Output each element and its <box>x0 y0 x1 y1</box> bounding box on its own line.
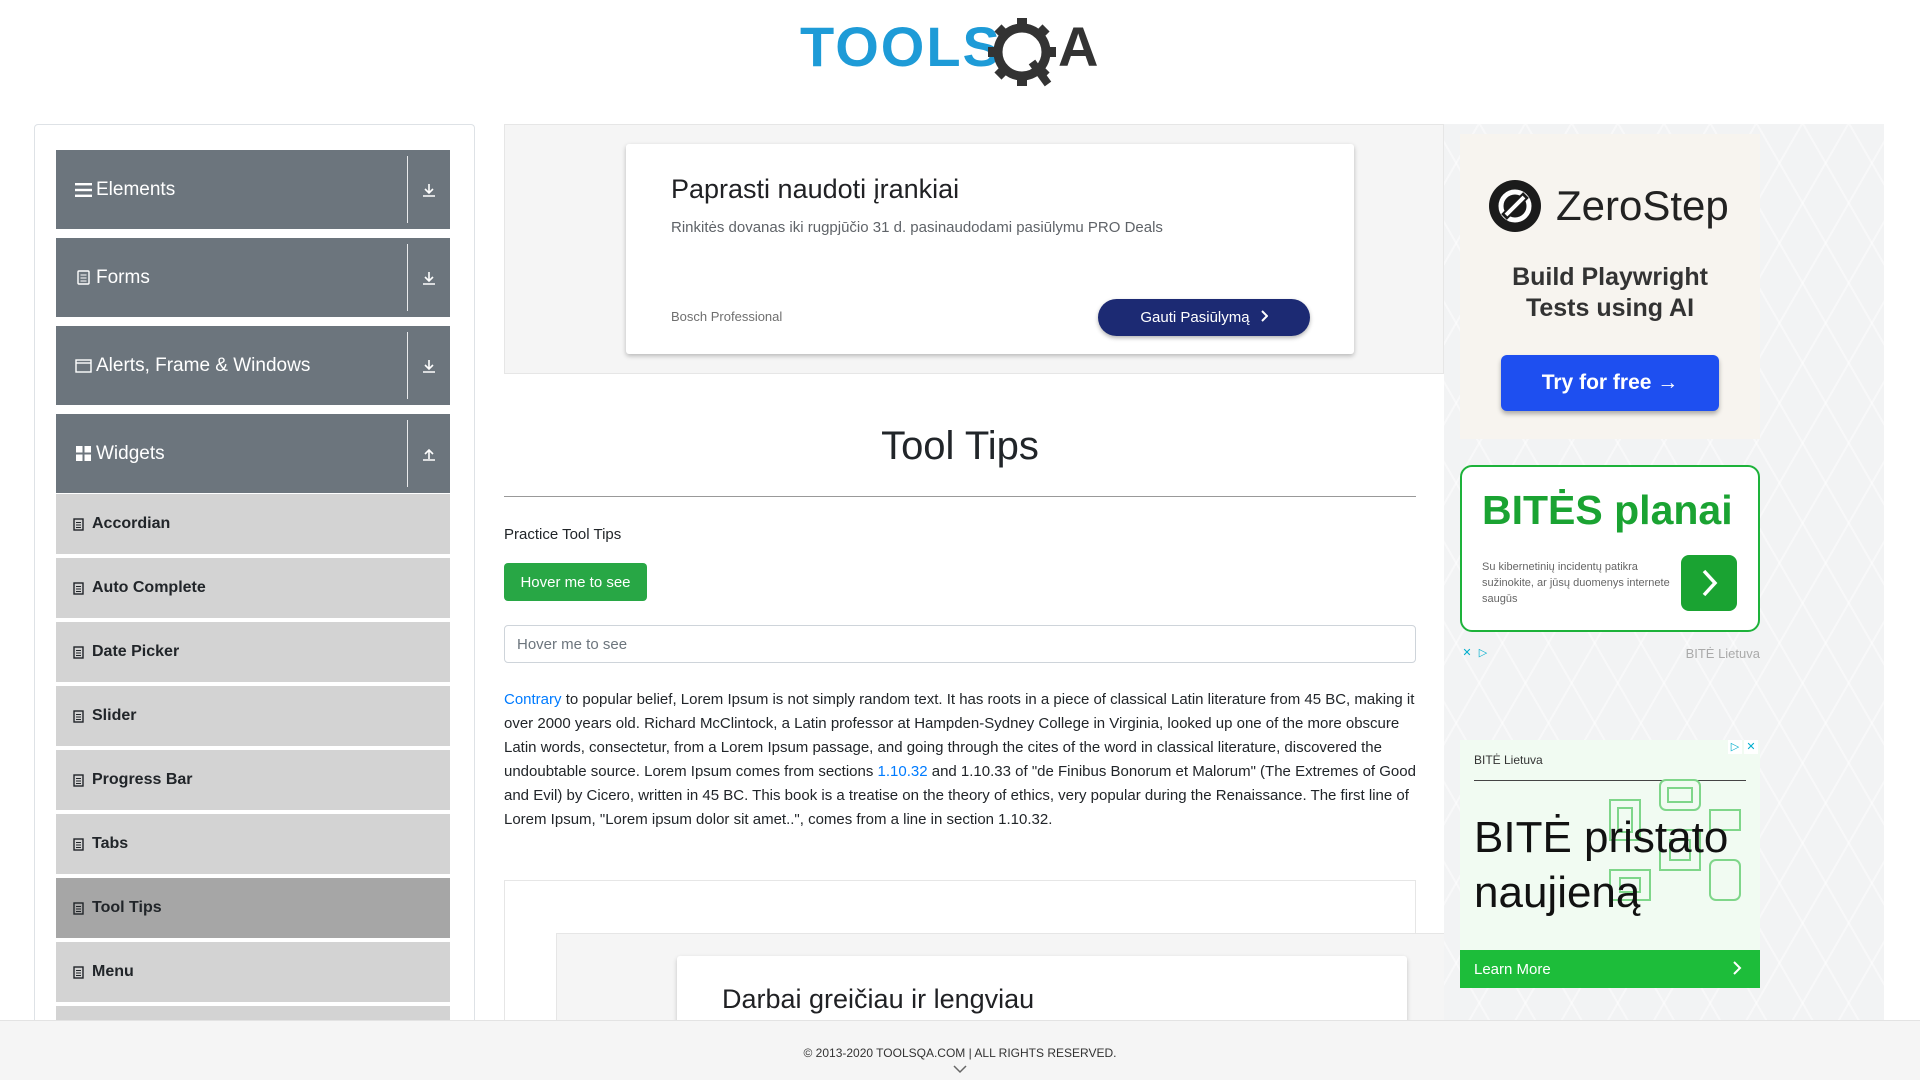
grid-icon <box>74 445 92 463</box>
ad-brand: Bosch Professional <box>671 309 783 324</box>
window-icon <box>74 357 92 375</box>
ad-description: Rinkitės dovanas iki rugpjūčio 31 d. pas… <box>671 219 1163 236</box>
list-item-icon <box>72 901 84 915</box>
left-sidebar: Elements Forms Alerts, Frame & Windows W… <box>34 124 475 1024</box>
bottom-ad-container: Darbai greičiau ir lengviau <box>504 880 1476 1056</box>
list-item-icon <box>72 645 84 659</box>
chevron-right-icon <box>1733 961 1742 975</box>
bites-planai-ad[interactable]: BITĖS planai Su kibernetinių incidentų p… <box>1460 465 1760 632</box>
tagline-line: Build Playwright <box>1512 263 1708 291</box>
divider <box>504 496 1416 497</box>
sidebar-item-slider[interactable]: Slider <box>56 686 450 748</box>
ad-title: Paprasti naudoti įrankiai <box>671 174 960 204</box>
contrary-link[interactable]: Contrary <box>504 691 562 708</box>
sidebar-group-alerts[interactable]: Alerts, Frame & Windows <box>56 326 450 405</box>
list-item-icon <box>72 837 84 851</box>
lorem-paragraph: Contrary to popular belief, Lorem Ipsum … <box>504 688 1418 832</box>
chevron-right-icon <box>1702 569 1718 597</box>
title-line: naujieną <box>1474 868 1641 917</box>
zerostep-logo: ZeroStep <box>1488 179 1729 233</box>
zerostep-icon <box>1489 180 1541 232</box>
learn-more-label: Learn More <box>1474 960 1551 978</box>
ad-card[interactable]: Paprasti naudoti įrankiai Rinkitės dovan… <box>626 144 1354 354</box>
bites-news-title: BITĖ pristato naujieną <box>1474 810 1728 920</box>
close-icon[interactable]: ✕ <box>1744 740 1758 754</box>
top-ad-banner: Paprasti naudoti įrankiai Rinkitės dovan… <box>504 124 1444 374</box>
svg-text:TOOLS: TOOLS <box>800 15 1002 78</box>
hamburger-icon <box>74 181 92 199</box>
adchoices-controls[interactable]: ✕ ▷ <box>1460 646 1490 660</box>
list-item-icon <box>72 773 84 787</box>
try-for-free-button[interactable]: Try for free → <box>1501 355 1719 411</box>
download-arrow-icon[interactable] <box>415 176 443 204</box>
sidebar-group-elements[interactable]: Elements <box>56 150 450 229</box>
title-line: BITĖ pristato <box>1474 813 1729 862</box>
close-icon[interactable]: ✕ <box>1460 646 1474 660</box>
sidebar-item-label: Slider <box>92 707 137 724</box>
sidebar-item-menu[interactable]: Menu <box>56 942 450 1004</box>
ad-brand: BITĖ Lietuva <box>1474 753 1543 767</box>
divider <box>407 420 408 487</box>
sidebar-item-label: Date Picker <box>92 643 180 660</box>
sidebar-item-auto-complete[interactable]: Auto Complete <box>56 558 450 620</box>
learn-more-button[interactable]: Learn More <box>1460 950 1760 988</box>
sidebar-item-accordian[interactable]: Accordian <box>56 494 450 556</box>
section-link[interactable]: 1.10.32 <box>878 763 928 780</box>
download-arrow-icon[interactable] <box>415 264 443 292</box>
sidebar-item-label: Tabs <box>92 835 129 852</box>
sidebar-item-progress-bar[interactable]: Progress Bar <box>56 750 450 812</box>
sidebar-group-forms[interactable]: Forms <box>56 238 450 317</box>
toolsqa-logo[interactable]: TOOLS A <box>800 14 1125 90</box>
sidebar-group-title: Elements <box>96 178 176 200</box>
tooltip-hover-button[interactable]: Hover me to see <box>504 563 647 601</box>
page-title: Tool Tips <box>881 424 1039 468</box>
download-arrow-icon[interactable] <box>415 352 443 380</box>
svg-text:A: A <box>1058 15 1098 78</box>
adchoices-icon[interactable]: ▷ <box>1728 740 1742 754</box>
tagline-line: Tests using AI <box>1525 294 1695 322</box>
practice-label: Practice Tool Tips <box>504 526 622 543</box>
form-list-icon <box>74 269 92 287</box>
ad-cta-button[interactable]: Gauti Pasiūlymą <box>1098 299 1310 336</box>
sidebar-item-label: Accordian <box>92 515 171 532</box>
list-item-icon <box>72 581 84 595</box>
copyright-text: © 2013-2020 TOOLSQA.COM | ALL RIGHTS RES… <box>803 1046 1117 1060</box>
sidebar-item-label: Auto Complete <box>92 579 206 596</box>
adchoices-icon[interactable]: ▷ <box>1476 646 1490 660</box>
tooltip-hover-input[interactable] <box>504 625 1416 663</box>
ad-cta-label: Gauti Pasiūlymą <box>1140 309 1250 326</box>
divider <box>407 244 408 311</box>
list-item-icon <box>72 709 84 723</box>
ad-brand: BITĖ Lietuva <box>1685 646 1760 661</box>
sidebar-group-widgets[interactable]: Widgets <box>56 414 450 493</box>
zerostep-tagline: Build Playwright Tests using AI <box>1460 262 1760 324</box>
sidebar-item-label: Menu <box>92 963 134 980</box>
sidebar-item-label: Progress Bar <box>92 771 193 788</box>
site-header: TOOLS A <box>0 0 1920 100</box>
sidebar-group-title: Forms <box>96 266 150 288</box>
site-footer: © 2013-2020 TOOLSQA.COM | ALL RIGHTS RES… <box>0 1020 1920 1080</box>
list-item-icon <box>72 965 84 979</box>
bites-news-ad[interactable]: BITĖ Lietuva BITĖ pristato naujieną Lear… <box>1460 740 1760 988</box>
upload-arrow-icon[interactable] <box>415 440 443 468</box>
sidebar-item-tool-tips[interactable]: Tool Tips <box>56 878 450 940</box>
zerostep-ad[interactable]: ZeroStep Build Playwright Tests using AI… <box>1460 134 1760 439</box>
zerostep-name: ZeroStep <box>1556 182 1729 229</box>
sidebar-item-label: Tool Tips <box>92 899 162 916</box>
divider <box>407 156 408 223</box>
chevron-right-icon <box>1260 309 1269 326</box>
sidebar-item-date-picker[interactable]: Date Picker <box>56 622 450 684</box>
sidebar-group-title: Widgets <box>96 442 165 464</box>
chevron-down-icon[interactable] <box>952 1064 968 1074</box>
sidebar-item-tabs[interactable]: Tabs <box>56 814 450 876</box>
adchoices-controls[interactable]: ▷ ✕ <box>1728 740 1758 754</box>
sidebar-group-title: Alerts, Frame & Windows <box>96 354 311 376</box>
list-item-icon <box>72 517 84 531</box>
bites-planai-title: BITĖS planai <box>1482 487 1733 533</box>
divider <box>407 332 408 399</box>
bottom-ad-title: Darbai greičiau ir lengviau <box>722 984 1035 1014</box>
arrow-right-button[interactable] <box>1681 555 1737 611</box>
bites-planai-description: Su kibernetinių incidentų patikra sužino… <box>1482 561 1670 605</box>
